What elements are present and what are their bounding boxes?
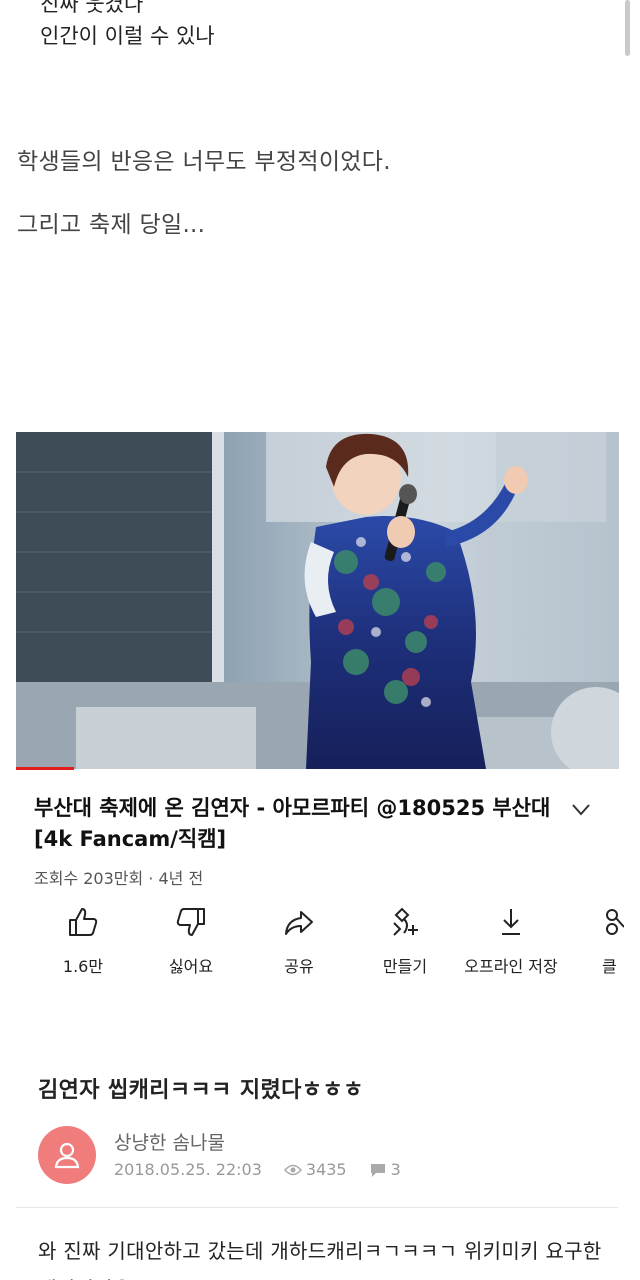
dislike-button[interactable]: 싫어요 xyxy=(136,905,246,977)
view-count: 3435 xyxy=(305,1160,347,1179)
offline-save-button[interactable]: 오프라인 저장 xyxy=(456,905,566,977)
download-icon xyxy=(502,909,520,935)
clip-label: 클 xyxy=(602,957,617,976)
offline-save-label: 오프라인 저장 xyxy=(464,957,558,976)
post-title: 김연자 씹캐리ㅋㅋㅋ 지렸다ㅎㅎㅎ xyxy=(38,1078,364,1103)
video-action-bar: 1.6만 싫어요 공유 만들기 오프라인 저장 클 xyxy=(0,905,640,985)
scrollbar[interactable] xyxy=(625,0,630,56)
share-label: 공유 xyxy=(284,957,314,976)
scissors-icon xyxy=(606,909,624,935)
video-title[interactable]: 부산대 축제에 온 김연자 - 아모르파티 @180525 부산대 [4k Fa… xyxy=(34,793,554,855)
chevron-down-icon[interactable] xyxy=(569,800,593,820)
remix-icon xyxy=(393,907,418,936)
paragraph: 그리고 축제 당일... xyxy=(17,212,206,238)
post-meta: 2018.05.25. 22:03 3435 3 xyxy=(114,1160,401,1179)
comment-icon xyxy=(370,1163,385,1177)
thumbs-up-icon xyxy=(69,908,98,936)
comment-count[interactable]: 3 xyxy=(391,1160,401,1179)
paragraph: 학생들의 반응은 너무도 부정적이었다. xyxy=(17,149,391,175)
video-progress-bar[interactable] xyxy=(16,767,74,770)
share-button[interactable]: 공유 xyxy=(244,905,354,977)
post-body: 와 진짜 기대안하고 갔는데 개하드캐리ㅋㄱㅋㅋㄱ 위키미키 요구한 재미었었음 xyxy=(38,1239,602,1280)
page: 진짜 웃겼나 인간이 이럴 수 있나 학생들의 반응은 너무도 부정적이었다. … xyxy=(0,0,640,1280)
like-button[interactable]: 1.6만 xyxy=(28,905,138,977)
video-meta: 조회수 203만회 · 4년 전 xyxy=(34,869,204,888)
intro-lines: 진짜 웃겼나 인간이 이럴 수 있나 xyxy=(40,0,215,52)
video-thumbnail[interactable] xyxy=(16,432,619,769)
intro-line: 인간이 이럴 수 있나 xyxy=(40,24,215,48)
remix-label: 만들기 xyxy=(382,957,428,976)
singer-on-stage-image xyxy=(16,432,619,769)
clip-button[interactable]: 클 xyxy=(590,905,640,977)
divider xyxy=(16,1207,618,1208)
author-name[interactable]: 상냥한 솜나물 xyxy=(114,1128,225,1155)
dislike-label: 싫어요 xyxy=(168,957,214,976)
like-count: 1.6만 xyxy=(62,957,104,976)
eye-icon xyxy=(283,1164,302,1175)
user-icon xyxy=(54,1142,80,1169)
avatar[interactable] xyxy=(38,1126,96,1184)
share-icon xyxy=(285,911,313,935)
thumbs-down-icon xyxy=(176,908,205,936)
post-date: 2018.05.25. 22:03 xyxy=(114,1160,262,1179)
intro-line: 진짜 웃겼나 xyxy=(40,0,144,16)
remix-button[interactable]: 만들기 xyxy=(350,905,460,977)
